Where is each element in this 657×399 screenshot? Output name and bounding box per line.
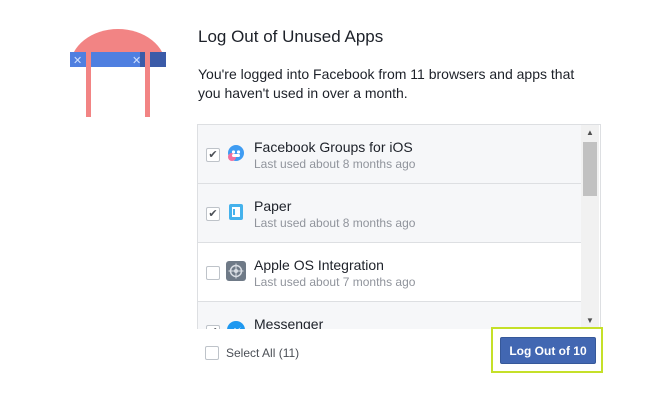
app-checkbox[interactable]: ✔ bbox=[206, 207, 220, 221]
app-name: Apple OS Integration bbox=[254, 257, 384, 273]
scroll-thumb[interactable] bbox=[583, 142, 597, 196]
svg-text:✕: ✕ bbox=[73, 54, 82, 67]
select-all-checkbox[interactable] bbox=[205, 345, 219, 360]
list-item[interactable]: Apple OS Integration Last used about 7 m… bbox=[198, 243, 581, 302]
scroll-up-arrow-icon[interactable]: ▲ bbox=[581, 125, 599, 141]
description-text: You're logged into Facebook from 11 brow… bbox=[198, 66, 575, 101]
list-item[interactable]: ✔ Paper Last used about 8 months ago bbox=[198, 184, 581, 243]
svg-text:✕: ✕ bbox=[132, 54, 141, 67]
app-name: Paper bbox=[254, 198, 292, 214]
app-last-used: Last used about 8 months ago bbox=[254, 216, 416, 230]
app-last-used: Last used about 7 months ago bbox=[254, 275, 416, 289]
app-name: Facebook Groups for iOS bbox=[254, 139, 413, 155]
gear-icon bbox=[226, 261, 246, 281]
app-checkbox[interactable] bbox=[206, 266, 220, 280]
messenger-icon bbox=[226, 320, 246, 329]
apps-list[interactable]: ✔ Facebook Groups for iOS Last used abou… bbox=[197, 124, 601, 329]
unused-apps-illustration: ✕ ✕ bbox=[70, 29, 166, 117]
page-title: Log Out of Unused Apps bbox=[198, 27, 384, 46]
select-all-control[interactable]: Select All (11) bbox=[205, 345, 299, 360]
logout-button[interactable]: Log Out of 10 bbox=[500, 337, 596, 364]
groups-icon bbox=[226, 143, 246, 163]
app-checkbox[interactable]: ✔ bbox=[206, 148, 220, 162]
app-name: Messenger bbox=[254, 316, 324, 329]
list-item[interactable]: ✔ Messenger bbox=[198, 302, 581, 329]
app-last-used: Last used about 8 months ago bbox=[254, 157, 416, 171]
list-scrollbar[interactable]: ▲ ▼ bbox=[581, 125, 599, 329]
select-all-label: Select All (11) bbox=[226, 345, 300, 360]
logout-button-highlight: Log Out of 10 bbox=[491, 327, 603, 373]
paper-icon bbox=[226, 202, 246, 222]
app-checkbox[interactable]: ✔ bbox=[206, 325, 220, 329]
list-item[interactable]: ✔ Facebook Groups for iOS Last used abou… bbox=[198, 125, 581, 184]
